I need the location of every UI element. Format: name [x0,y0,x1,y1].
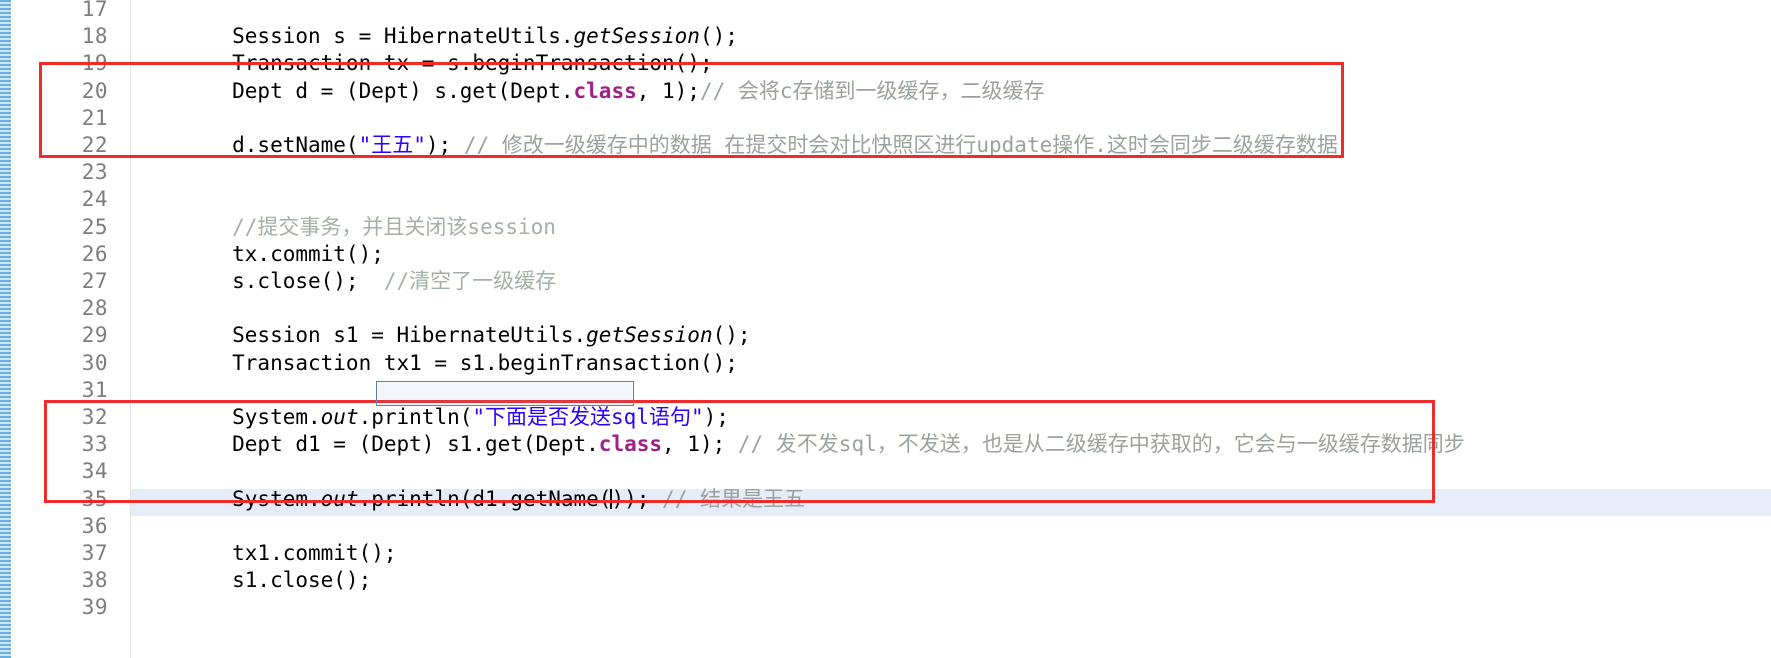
code-token: Transaction tx1 = s1.beginTransaction(); [131,350,738,375]
code-line[interactable]: Dept d = (Dept) s.get(Dept.class, 1);// … [131,78,1045,105]
code-token: //提交事务，并且关闭该session [131,214,556,239]
line-number[interactable]: 32 [18,404,108,431]
code-editor-screenshot: 17 18 19 20 21 22 23 24 25 26 27 28 29 30 31 32 33 34 35 36… [0,0,1771,658]
line-number[interactable]: 35 [18,486,108,513]
line-number[interactable]: 37 [18,540,108,567]
code-token: , 1); [636,78,700,103]
code-token: out [320,405,359,429]
code-token: Transaction tx = s.beginTransaction(); [131,51,713,76]
code-token: tx.commit(); [131,241,384,266]
code-token: s1.close(); [131,568,372,593]
code-line[interactable]: System.out.println(d1.getName()); // 结果是… [131,486,805,513]
line-number[interactable]: 24 [18,186,108,213]
line-number-gutter[interactable]: 17 18 19 20 21 22 23 24 25 26 27 28 29 30 31 32 33 34 35 36… [11,0,131,658]
code-line[interactable]: Transaction tx1 = s1.beginTransaction(); [131,350,738,377]
line-number[interactable]: 21 [18,105,108,132]
code-token: Session s = HibernateUtils. [131,24,574,49]
code-token: )); [611,486,663,511]
line-number[interactable]: 36 [18,513,108,540]
line-number[interactable]: 25 [18,214,108,241]
line-number[interactable]: 23 [18,159,108,186]
line-number[interactable]: 17 [18,0,108,23]
code-line[interactable]: tx.commit(); [131,241,384,268]
code-token: ); [425,133,464,157]
line-number[interactable]: 38 [18,567,108,594]
code-token: d.setName( [131,133,359,157]
code-token: // 结果是王五 [662,486,805,511]
code-token: Dept d = (Dept) s.get(Dept. [131,78,574,103]
code-line[interactable]: s1.close(); [131,567,371,594]
code-line[interactable]: tx1.commit(); [131,540,397,567]
code-token: Session s1 = HibernateUtils. [131,323,587,348]
line-number[interactable]: 33 [18,431,108,458]
code-token: System. [131,486,321,511]
code-token: out [320,486,359,511]
line-number[interactable]: 31 [18,377,108,404]
code-token: // 会将c存储到一级缓存，二级缓存 [699,78,1045,103]
line-number[interactable]: 29 [18,322,108,349]
code-line[interactable]: s.close(); //清空了一级缓存 [131,268,556,295]
code-token: // 发不发sql，不发送，也是从二级缓存中获取的，它会与一级缓存数据同步 [737,432,1465,457]
code-token: "下面是否发送sql语句" [472,405,704,429]
line-number[interactable]: 22 [18,132,108,159]
line-number[interactable]: 26 [18,241,108,268]
code-token: ); [703,405,729,429]
code-token: .println(d1.getName( [358,486,612,511]
code-token: getSession [586,323,713,348]
code-token: System. [131,405,321,429]
line-number[interactable]: 34 [18,458,108,485]
code-token: getSession [573,24,700,49]
line-number[interactable]: 30 [18,350,108,377]
code-token: "王五" [358,133,426,157]
code-area[interactable]: Session s = HibernateUtils.getSession();… [131,0,1771,658]
line-number[interactable]: 27 [18,268,108,295]
code-line[interactable]: Session s1 = HibernateUtils.getSession()… [131,322,751,349]
code-token: .println( [358,405,473,429]
code-line[interactable]: System.out.println("下面是否发送sql语句"); [131,404,729,431]
code-token: // 修改一级缓存中的数据 在提交时会对比快照区进行update操作.这时会同步… [463,133,1338,157]
code-line[interactable]: //提交事务，并且关闭该session [131,214,556,241]
code-token: tx1.commit(); [131,541,397,565]
code-token: //清空了一级缓存 [383,269,557,293]
code-token: class [598,432,663,457]
line-number[interactable]: 19 [18,50,108,77]
line-number[interactable]: 39 [18,594,108,621]
code-line[interactable]: Transaction tx = s.beginTransaction(); [131,50,713,77]
code-line[interactable]: Dept d1 = (Dept) s1.get(Dept.class, 1); … [131,431,1465,458]
code-line[interactable]: Session s = HibernateUtils.getSession(); [131,23,738,50]
line-number[interactable]: 18 [18,23,108,50]
code-token: (); [699,24,738,49]
code-token: class [573,78,637,103]
code-token: Dept d1 = (Dept) s1.get(Dept. [131,432,599,457]
line-number[interactable]: 20 [18,78,108,105]
code-token: (); [712,323,751,348]
line-number[interactable]: 28 [18,295,108,322]
code-token: s.close(); [131,269,384,293]
code-line[interactable]: d.setName("王五"); // 修改一级缓存中的数据 在提交时会对比快照… [131,132,1338,159]
code-token: , 1); [662,432,738,457]
